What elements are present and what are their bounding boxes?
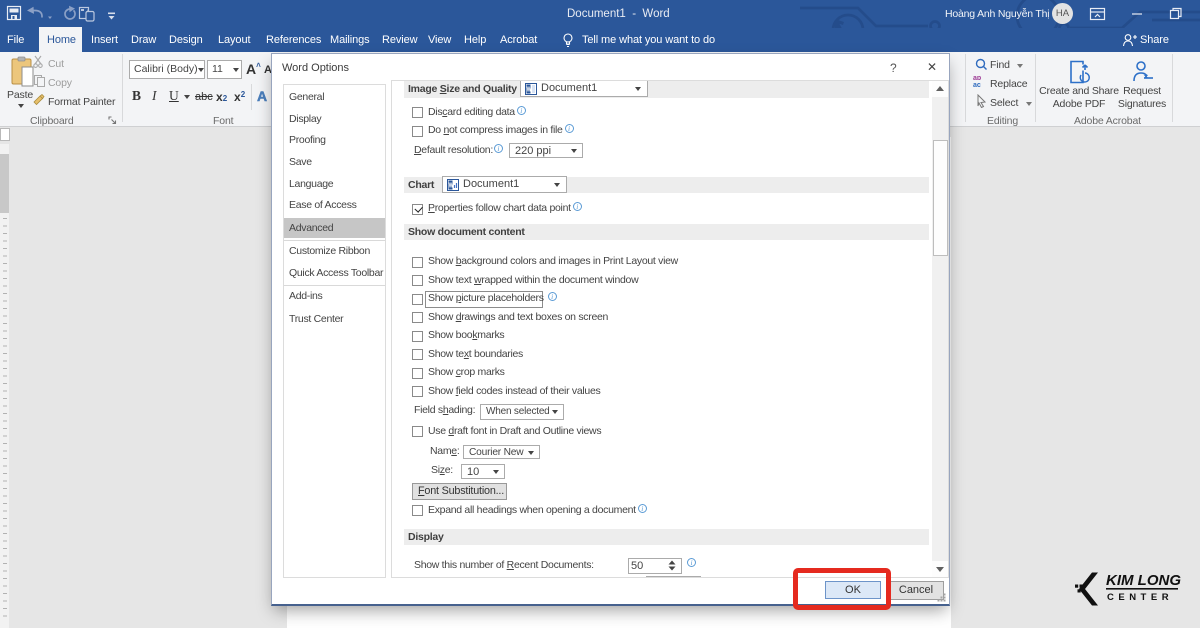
svg-text:KIM LONG: KIM LONG	[1106, 572, 1181, 589]
svg-text:CENTER: CENTER	[1107, 592, 1173, 603]
